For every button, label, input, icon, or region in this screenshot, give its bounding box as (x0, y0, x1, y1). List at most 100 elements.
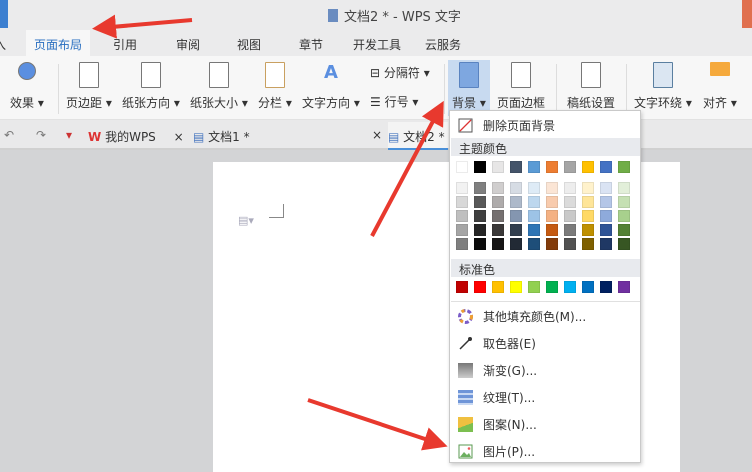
color-swatch[interactable] (618, 161, 630, 173)
color-swatch[interactable] (492, 196, 504, 208)
eyedropper-item[interactable]: 取色器(E) (458, 335, 536, 352)
tab-insert[interactable]: 入 (0, 36, 6, 53)
more-fill-colors-item[interactable]: 其他填充颜色(M)... (458, 308, 586, 325)
color-swatch[interactable] (474, 182, 486, 194)
line-numbers-button[interactable]: ☰ 行号 ▾ (370, 93, 418, 110)
color-swatch[interactable] (618, 210, 630, 222)
pin-icon[interactable]: ▾ (66, 128, 72, 142)
background-button[interactable]: 背景 ▾ (448, 60, 490, 116)
color-swatch[interactable] (474, 238, 486, 250)
color-swatch[interactable] (528, 196, 540, 208)
color-swatch[interactable] (582, 281, 594, 293)
orientation-button[interactable]: 纸张方向 ▾ (122, 60, 180, 111)
texture-item[interactable]: 纹理(T)... (458, 389, 535, 406)
color-swatch[interactable] (600, 161, 612, 173)
color-swatch[interactable] (582, 196, 594, 208)
pattern-item[interactable]: 图案(N)... (458, 416, 537, 433)
tab-my-wps[interactable]: W 我的WPS × (88, 128, 184, 145)
color-swatch[interactable] (618, 182, 630, 194)
color-swatch[interactable] (546, 196, 558, 208)
color-swatch[interactable] (492, 161, 504, 173)
color-swatch[interactable] (510, 224, 522, 236)
color-swatch[interactable] (600, 224, 612, 236)
tab-document-1[interactable]: ▤ 文档1 * (193, 128, 250, 145)
color-swatch[interactable] (528, 182, 540, 194)
tab-sections[interactable]: 章节 (299, 36, 323, 53)
color-swatch[interactable] (492, 238, 504, 250)
color-swatch[interactable] (618, 281, 630, 293)
color-swatch[interactable] (600, 210, 612, 222)
color-swatch[interactable] (456, 210, 468, 222)
color-swatch[interactable] (510, 182, 522, 194)
color-swatch[interactable] (582, 224, 594, 236)
color-swatch[interactable] (546, 238, 558, 250)
tab-view[interactable]: 视图 (237, 36, 261, 53)
close-tab-icon[interactable]: × (174, 130, 184, 144)
redo-button[interactable]: ↷ (36, 128, 46, 142)
color-swatch[interactable] (618, 238, 630, 250)
tab-document-2[interactable]: ▤ 文档2 * (388, 122, 448, 150)
color-swatch[interactable] (510, 238, 522, 250)
color-swatch[interactable] (456, 238, 468, 250)
color-swatch[interactable] (456, 281, 468, 293)
color-swatch[interactable] (564, 161, 576, 173)
wrap-text-button[interactable]: 文字环绕 ▾ (634, 60, 692, 111)
color-swatch[interactable] (618, 224, 630, 236)
align-button[interactable]: 对齐 ▾ (703, 60, 737, 111)
color-swatch[interactable] (474, 210, 486, 222)
color-swatch[interactable] (528, 238, 540, 250)
color-swatch[interactable] (582, 182, 594, 194)
color-swatch[interactable] (510, 281, 522, 293)
color-swatch[interactable] (492, 224, 504, 236)
color-swatch[interactable] (474, 281, 486, 293)
effects-button[interactable]: 效果 ▾ (10, 60, 44, 111)
tab-developer[interactable]: 开发工具 (353, 36, 401, 53)
color-swatch[interactable] (528, 161, 540, 173)
color-swatch[interactable] (564, 210, 576, 222)
manuscript-settings-button[interactable]: 稿纸设置 (567, 60, 615, 111)
color-swatch[interactable] (456, 196, 468, 208)
color-swatch[interactable] (600, 281, 612, 293)
color-swatch[interactable] (456, 161, 468, 173)
color-swatch[interactable] (564, 182, 576, 194)
color-swatch[interactable] (528, 224, 540, 236)
picture-item[interactable]: 图片(P)... (458, 443, 535, 460)
color-swatch[interactable] (600, 182, 612, 194)
color-swatch[interactable] (564, 224, 576, 236)
color-swatch[interactable] (564, 281, 576, 293)
color-swatch[interactable] (492, 210, 504, 222)
color-swatch[interactable] (546, 161, 558, 173)
color-swatch[interactable] (582, 210, 594, 222)
color-swatch[interactable] (528, 210, 540, 222)
gradient-item[interactable]: 渐变(G)... (458, 362, 537, 379)
color-swatch[interactable] (456, 224, 468, 236)
color-swatch[interactable] (546, 281, 558, 293)
color-swatch[interactable] (510, 161, 522, 173)
color-swatch[interactable] (600, 196, 612, 208)
app-menu-button[interactable] (0, 0, 8, 28)
tab-references[interactable]: 引用 (113, 36, 137, 53)
tab-page-layout[interactable]: 页面布局 (26, 30, 91, 56)
tab-review[interactable]: 审阅 (176, 36, 200, 53)
color-swatch[interactable] (474, 161, 486, 173)
color-swatch[interactable] (474, 196, 486, 208)
paper-size-button[interactable]: 纸张大小 ▾ (190, 60, 248, 111)
remove-background-item[interactable]: 删除页面背景 (458, 117, 555, 134)
close-tab-icon[interactable]: × (372, 128, 382, 142)
color-swatch[interactable] (564, 196, 576, 208)
color-swatch[interactable] (564, 238, 576, 250)
color-swatch[interactable] (456, 182, 468, 194)
undo-button[interactable]: ↶ (4, 128, 14, 142)
color-swatch[interactable] (582, 161, 594, 173)
margins-button[interactable]: 页边距 ▾ (66, 60, 112, 111)
text-direction-button[interactable]: A 文字方向 ▾ (302, 60, 360, 111)
color-swatch[interactable] (546, 182, 558, 194)
color-swatch[interactable] (546, 224, 558, 236)
color-swatch[interactable] (510, 210, 522, 222)
color-swatch[interactable] (600, 238, 612, 250)
color-swatch[interactable] (618, 196, 630, 208)
color-swatch[interactable] (474, 224, 486, 236)
color-swatch[interactable] (546, 210, 558, 222)
page-border-button[interactable]: 页面边框 (497, 60, 545, 111)
breaks-button[interactable]: ⊟ 分隔符 ▾ (370, 64, 430, 81)
